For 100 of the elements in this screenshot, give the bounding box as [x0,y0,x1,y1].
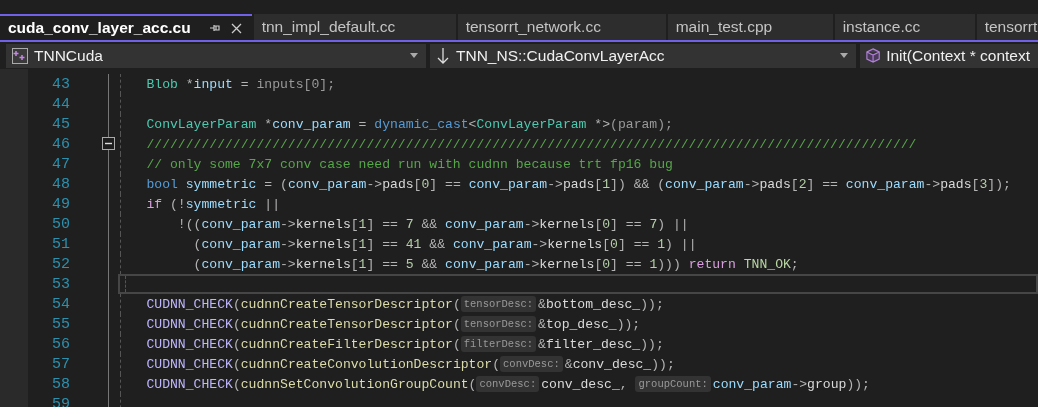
code-token: CUDNN_CHECK [145,336,233,352]
code-token: [ [594,176,603,192]
code-token: kernels [295,256,351,272]
code-token: conv_param [468,176,548,192]
file-tab[interactable]: main_test.cpp [667,14,833,40]
code-token: && [420,256,439,272]
code-token: pads [940,176,972,192]
code-token: & [538,296,546,312]
dropdown-label: Init(Context * context [886,46,1030,65]
code-token: -> [280,236,296,252]
code-token: (! [169,196,186,212]
code-token: && [420,216,439,232]
file-tab[interactable]: tnn_impl_default.cc [253,14,456,40]
code-token: ////////////////////////////////////////////////////////////////////////////////////////////////// [145,136,917,152]
dropdown-label: TNN_NS::CudaConvLayerAcc [456,46,666,65]
code-token: ( [452,316,461,332]
code-token: -> [280,216,296,232]
code-token: 0 [602,256,611,272]
line-number: 57 [51,355,70,373]
code-token: , [619,376,629,392]
code-token: conv_desc_ [572,356,652,372]
inlay-hint: groupCount: [635,376,711,392]
code-token: kernels [547,236,603,252]
code-token: [ [602,236,611,252]
code-token: [ [790,176,799,192]
code-token: 3 [979,176,988,192]
code-token: ] == [429,176,462,192]
project-icon [12,47,28,64]
code-token: ( [232,356,241,372]
navigation-dropdown[interactable]: Init(Context * context [860,43,1038,68]
code-token: ( [232,296,241,312]
code-token: top_desc_ [545,316,617,332]
code-token: ] == [366,216,399,232]
code-token: [ [971,176,980,192]
file-tab[interactable]: tensorrt [976,14,1038,40]
code-token: * [184,76,194,92]
code-token: bottom_desc_ [545,296,641,312]
navigation-dropdown[interactable]: TNNCuda [6,43,426,68]
code-token: dynamic_cast [374,116,469,132]
code-token: cudnnCreateConvolutionDescriptor [240,356,493,372]
code-token: conv_param [287,176,367,192]
collapse-toggle[interactable] [102,137,115,150]
code-token: * [263,116,273,132]
line-number: 53 [51,275,70,293]
code-token: 41 [405,236,422,252]
code-token: )); [640,296,664,312]
code-token: 5 [405,256,414,272]
line-number: 59 [51,395,70,407]
code-token: cudnnCreateFilterDescriptor [240,336,453,352]
inlay-hint: filterDesc: [460,336,537,352]
code-token: bool [145,176,179,192]
line-number: 58 [51,375,70,393]
code-token: ] == [806,176,839,192]
code-token: ] == [610,256,643,272]
code-token: ) || [665,236,697,252]
code-token: pads [382,176,414,192]
file-tab[interactable]: tensorrt_network.cc [457,14,666,40]
line-number: 49 [51,195,70,213]
code-token: Blob [145,76,178,92]
code-token: group [807,376,847,392]
code-token: 7 [405,216,414,232]
code-token: 0 [610,236,618,252]
code-token: )); [616,316,641,332]
code-token: ( [492,356,501,372]
code-token: 1 [649,256,658,272]
code-token: & [538,316,546,332]
code-token: [ [413,176,422,192]
line-number: 47 [51,155,70,173]
file-tab[interactable]: instance.cc [834,14,975,40]
code-token: -> [924,176,941,192]
code-token: 0 [602,216,611,232]
pin-icon[interactable] [208,23,221,33]
caret-icon [840,53,848,58]
navigation-dropdown[interactable]: TNN_NS::CudaConvLayerAcc [430,43,856,68]
code-token: -> [366,176,383,192]
code-token: ] == [366,256,399,272]
code-token: conv_param [201,216,280,232]
code-token: conv_param [201,236,280,252]
code-token: // only some 7x7 conv case need run with cudnn because trt fp16 bug [145,156,673,172]
code-token: TNN_OK [743,256,791,272]
code-token: ] == [366,236,399,252]
code-token: ( [468,376,477,392]
code-token: 2 [798,176,807,192]
code-token: 1 [358,236,367,252]
code-token: symmetric [185,176,257,192]
line-number: 52 [51,255,70,273]
close-icon[interactable] [230,22,242,34]
code-token: ] == [617,236,651,252]
code-token: conv_param [665,176,744,192]
line-number: 56 [51,335,70,353]
code-token: )); [640,336,664,352]
code-token: ConvLayerParam [145,116,257,132]
code-token: -> [531,236,548,252]
code-token: = [239,76,250,92]
code-token: -> [523,216,540,232]
code-token: inputs[0]; [256,76,336,92]
line-number: 43 [51,75,70,93]
code-token: & [538,336,546,352]
code-token: 1 [358,216,367,232]
code-token: [ [350,216,359,232]
